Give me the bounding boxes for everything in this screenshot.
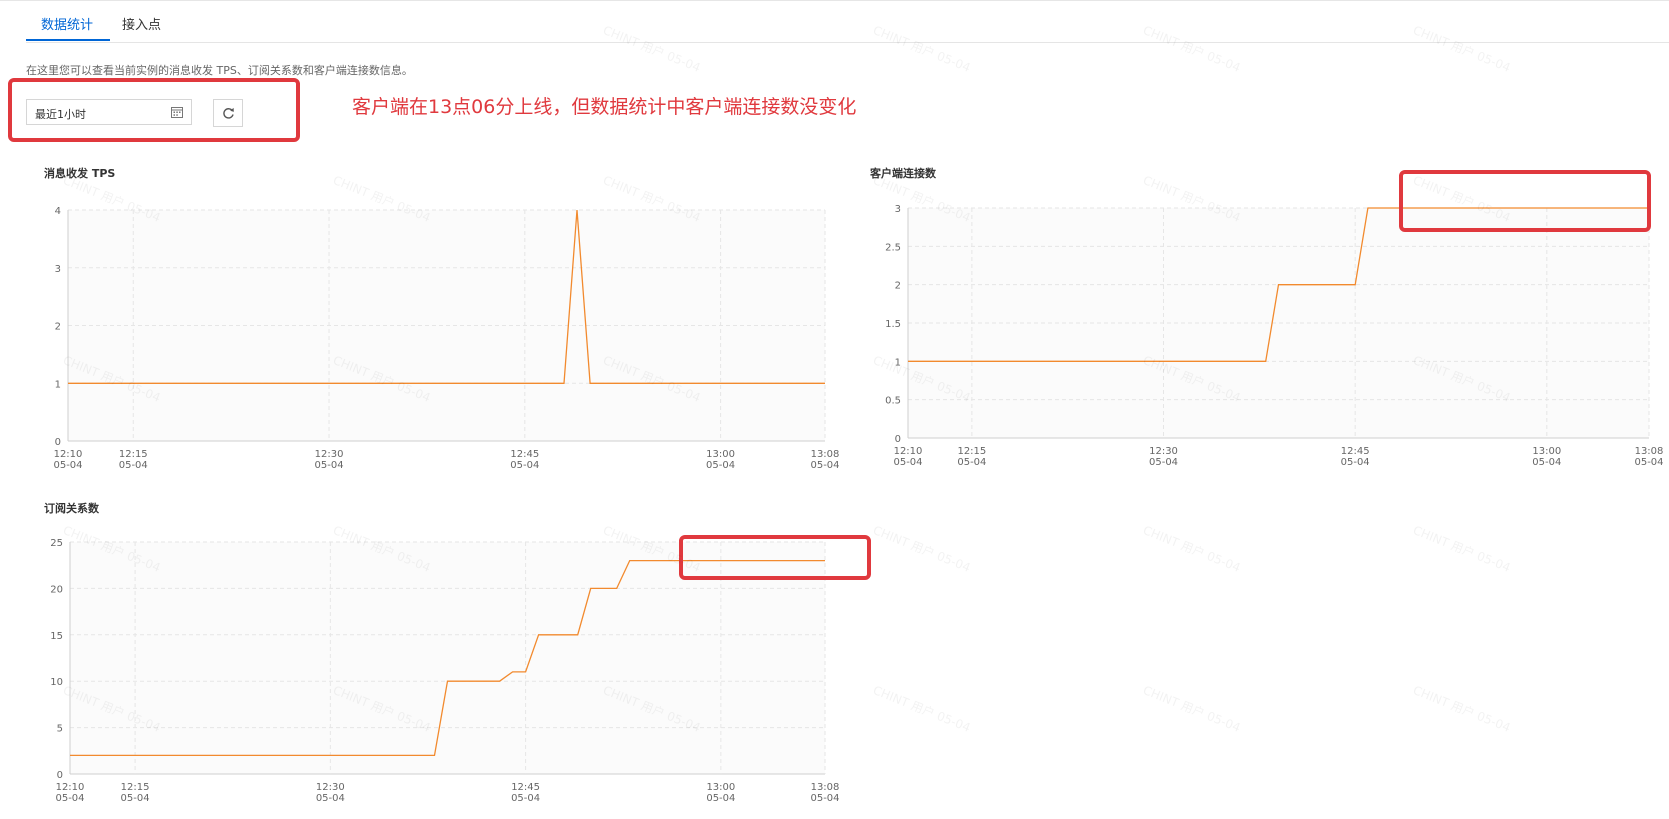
chart-title-subscriptions: 订阅关系数 — [44, 502, 99, 515]
y-tick-label: 2.5 — [885, 242, 901, 253]
x-tick-date: 05-04 — [510, 460, 539, 471]
x-tick-label: 12:30 — [1149, 446, 1178, 457]
y-tick-label: 10 — [50, 677, 63, 688]
y-tick-label: 1.5 — [885, 319, 901, 330]
x-tick-date: 05-04 — [893, 457, 922, 468]
x-tick-label: 12:10 — [894, 446, 923, 457]
x-tick-label: 13:08 — [811, 782, 840, 793]
x-tick-date: 05-04 — [1149, 457, 1178, 468]
x-tick-label: 12:15 — [119, 449, 148, 460]
y-tick-label: 20 — [50, 584, 63, 595]
y-tick-label: 3 — [55, 264, 61, 275]
x-tick-label: 12:15 — [957, 446, 986, 457]
x-tick-date: 05-04 — [511, 793, 540, 804]
y-tick-label: 0 — [895, 434, 901, 445]
x-tick-label: 12:45 — [1341, 446, 1370, 457]
x-tick-date: 05-04 — [121, 793, 150, 804]
y-tick-label: 0.5 — [885, 396, 901, 407]
x-tick-date: 05-04 — [119, 460, 148, 471]
x-tick-date: 05-04 — [55, 793, 84, 804]
chart-title-tps: 消息收发 TPS — [44, 167, 116, 180]
x-tick-label: 12:45 — [511, 782, 540, 793]
x-tick-date: 05-04 — [1532, 457, 1561, 468]
annotation-box-controls — [8, 78, 300, 142]
y-tick-label: 2 — [895, 281, 901, 292]
x-tick-date: 05-04 — [706, 793, 735, 804]
watermark-text: CHINT 用户 05-04 — [1410, 523, 1513, 575]
y-tick-label: 4 — [55, 206, 61, 217]
annotation-box-subscriptions — [679, 535, 871, 580]
page-description: 在这里您可以查看当前实例的消息收发 TPS、订阅关系数和客户端连接数信息。 — [26, 64, 413, 77]
watermark-text: CHINT 用户 05-04 — [870, 523, 973, 575]
x-tick-label: 12:45 — [510, 449, 539, 460]
x-tick-date: 05-04 — [706, 460, 735, 471]
y-tick-label: 0 — [55, 437, 61, 448]
y-tick-label: 5 — [57, 724, 63, 735]
tab-access-point[interactable]: 接入点 — [122, 14, 161, 33]
chart-title-client-connections: 客户端连接数 — [870, 167, 936, 180]
annotation-text: 客户端在13点06分上线，但数据统计中客户端连接数没变化 — [352, 96, 857, 118]
x-tick-label: 13:00 — [1532, 446, 1561, 457]
x-tick-date: 05-04 — [810, 793, 839, 804]
x-tick-date: 05-04 — [316, 793, 345, 804]
y-tick-label: 3 — [895, 204, 901, 215]
x-tick-label: 12:10 — [56, 782, 85, 793]
x-tick-label: 13:08 — [1635, 446, 1664, 457]
x-tick-date: 05-04 — [315, 460, 344, 471]
x-tick-date: 05-04 — [1634, 457, 1663, 468]
y-tick-label: 0 — [57, 770, 63, 781]
watermark-text: CHINT 用户 05-04 — [1140, 523, 1243, 575]
x-tick-label: 12:30 — [316, 782, 345, 793]
x-tick-label: 13:08 — [811, 449, 840, 460]
annotation-box-connections — [1399, 170, 1651, 232]
x-tick-date: 05-04 — [957, 457, 986, 468]
watermark-text: CHINT 用户 05-04 — [870, 683, 973, 735]
x-tick-date: 05-04 — [1341, 457, 1370, 468]
x-tick-label: 13:00 — [706, 449, 735, 460]
y-tick-label: 2 — [55, 322, 61, 333]
y-tick-label: 1 — [55, 379, 61, 390]
x-tick-label: 12:30 — [315, 449, 344, 460]
x-tick-label: 12:15 — [121, 782, 150, 793]
watermark-text: CHINT 用户 05-04 — [1140, 683, 1243, 735]
tps-chart: 0123412:1005-0412:1505-0412:3005-0412:45… — [53, 206, 840, 471]
x-tick-date: 05-04 — [810, 460, 839, 471]
active-tab-indicator — [26, 39, 110, 41]
x-tick-label: 12:10 — [54, 449, 83, 460]
x-tick-date: 05-04 — [53, 460, 82, 471]
y-tick-label: 25 — [50, 538, 63, 549]
y-tick-label: 15 — [50, 631, 63, 642]
tab-bar: 数据统计 接入点 — [26, 0, 1669, 43]
watermark-text: CHINT 用户 05-04 — [1410, 683, 1513, 735]
x-tick-label: 13:00 — [706, 782, 735, 793]
tab-data-statistics[interactable]: 数据统计 — [41, 14, 93, 33]
plot-area — [908, 208, 1649, 438]
y-tick-label: 1 — [895, 357, 901, 368]
